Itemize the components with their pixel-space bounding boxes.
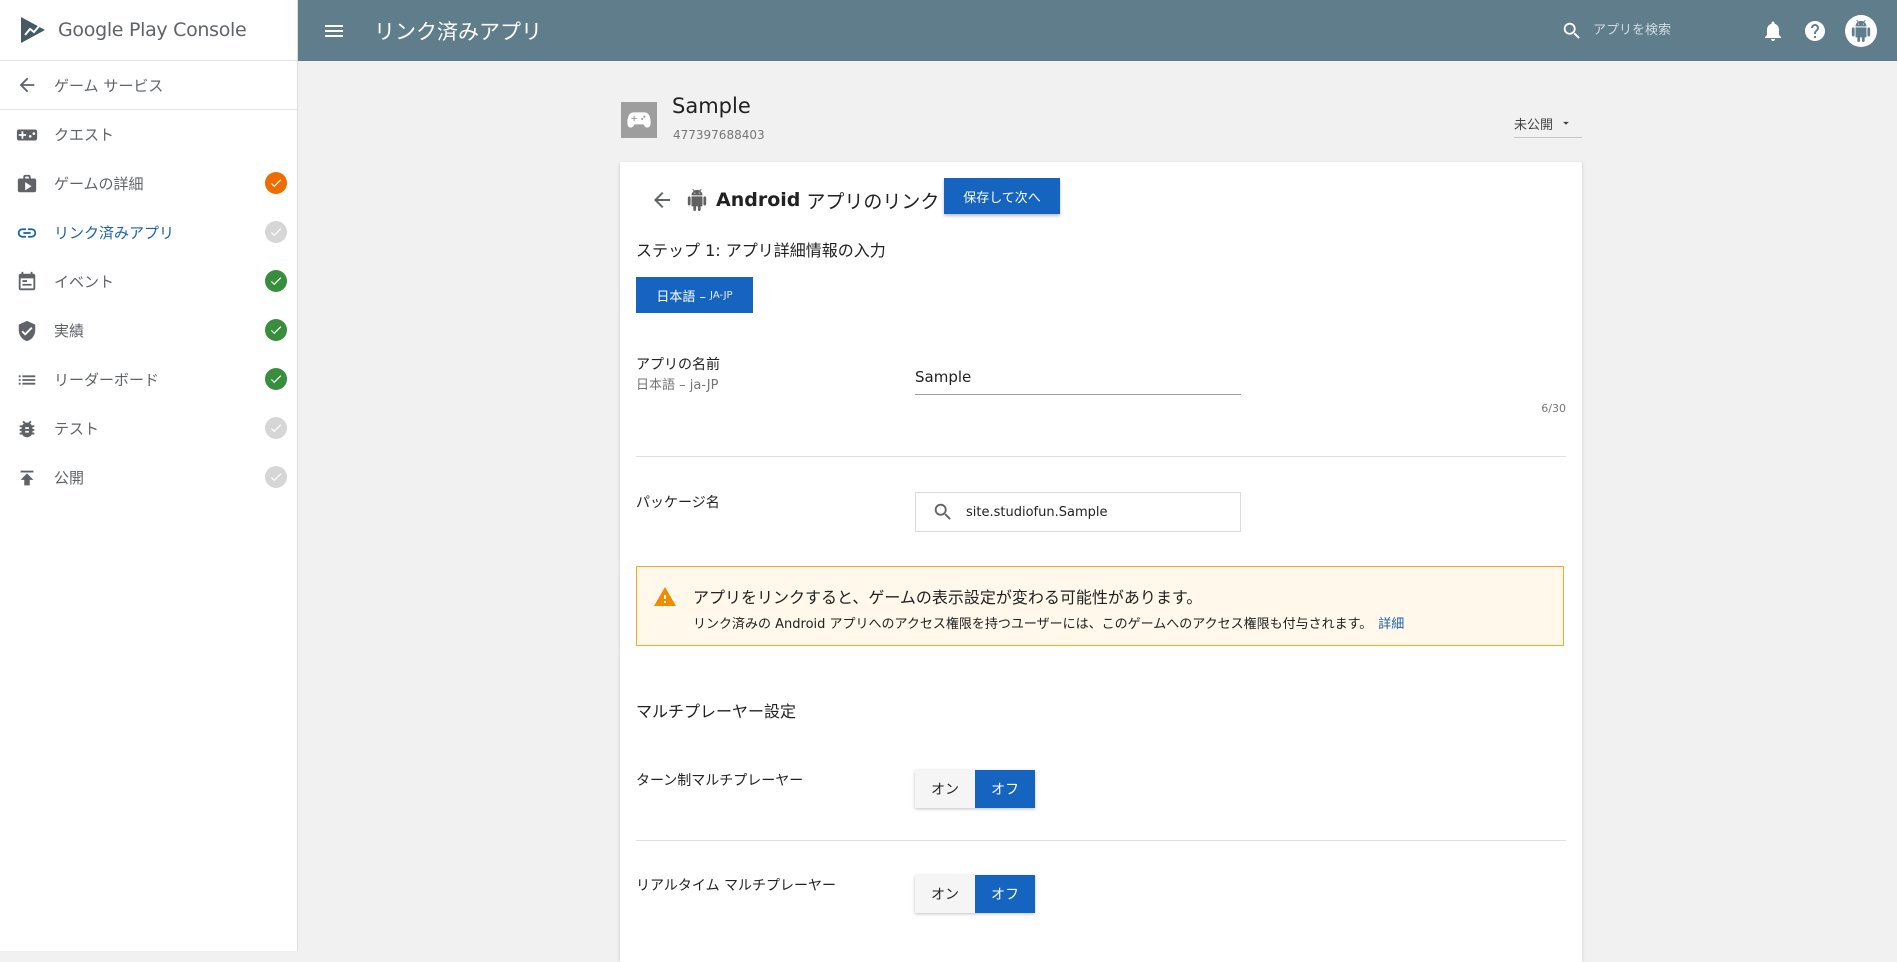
sidebar-item-label: 実績 <box>54 322 85 340</box>
publish-status-label: 未公開 <box>1514 117 1554 133</box>
status-incomplete-icon <box>265 221 287 243</box>
realtime-off-button[interactable]: オフ <box>975 875 1035 913</box>
char-counter: 6/30 <box>1541 402 1566 415</box>
search-input[interactable] <box>1591 22 1735 39</box>
language-code-label: JA-JP <box>710 289 733 301</box>
sidebar-item-label: イベント <box>54 273 115 291</box>
package-name-label: パッケージ名 <box>636 495 720 511</box>
warning-title: アプリをリンクすると、ゲームの表示設定が変わる可能性があります。 <box>693 588 1203 607</box>
topbar-actions <box>1561 0 1897 61</box>
turn-based-toggle[interactable]: オン オフ <box>915 770 1035 808</box>
realtime-label: リアルタイム マルチプレーヤー <box>636 878 837 894</box>
gamepad-icon <box>627 112 651 128</box>
android-avatar-icon <box>1851 19 1871 42</box>
card-title: アプリのリンク <box>806 190 940 213</box>
status-complete-icon <box>265 319 287 341</box>
realtime-toggle[interactable]: オン オフ <box>915 875 1035 913</box>
list-icon <box>16 369 38 391</box>
save-and-next-button[interactable]: 保存して次へ <box>944 178 1060 214</box>
status-incomplete-icon <box>265 466 287 488</box>
multiplayer-section-title: マルチプレーヤー設定 <box>636 702 797 721</box>
notifications-icon[interactable] <box>1761 19 1785 43</box>
sidebar-item-quests[interactable]: クエスト <box>0 110 297 159</box>
turn-based-on-button[interactable]: オン <box>915 770 975 808</box>
back-to-game-services[interactable]: ゲーム サービス <box>0 61 297 110</box>
app-name-sublabel: 日本語 – ja-JP <box>636 378 719 393</box>
app-id: 477397688403 <box>673 128 765 142</box>
status-complete-icon <box>265 368 287 390</box>
warning-body-text: リンク済みの Android アプリへのアクセス権限を持つユーザーには、このゲー… <box>693 617 1373 632</box>
card-header: Android アプリのリンク <box>634 180 939 220</box>
sidebar: Google Play Console ゲーム サービス クエスト ゲームの詳細… <box>0 0 298 951</box>
turn-based-label: ターン制マルチプレーヤー <box>636 773 804 789</box>
realtime-on-button[interactable]: オン <box>915 875 975 913</box>
link-icon <box>16 222 38 244</box>
learn-more-link[interactable]: 詳細 <box>1378 617 1404 632</box>
divider <box>636 840 1566 841</box>
warning-body: リンク済みの Android アプリへのアクセス権限を持つユーザーには、このゲー… <box>693 613 1404 632</box>
sidebar-item-label: テスト <box>54 420 100 438</box>
language-main-label: 日本語 – <box>656 289 707 305</box>
briefcase-icon <box>16 173 38 195</box>
app-name-label: アプリの名前 <box>636 357 720 373</box>
turn-based-off-button[interactable]: オフ <box>975 770 1035 808</box>
sidebar-nav: クエスト ゲームの詳細 リンク済みアプリ イベント 実績 リーダーボード テスト… <box>0 110 297 502</box>
shield-icon <box>16 320 38 342</box>
app-name: Sample <box>672 94 751 118</box>
search-icon <box>934 503 951 520</box>
back-label: ゲーム サービス <box>54 76 164 95</box>
step-title: ステップ 1: アプリ詳細情報の入力 <box>636 241 886 260</box>
sidebar-item-leaderboards[interactable]: リーダーボード <box>0 355 297 404</box>
divider <box>636 456 1566 457</box>
warning-icon <box>654 587 676 606</box>
sidebar-item-label: クエスト <box>54 126 115 144</box>
app-name-input[interactable] <box>915 360 1241 395</box>
sidebar-item-game-details[interactable]: ゲームの詳細 <box>0 159 297 208</box>
status-complete-icon <box>265 270 287 292</box>
sidebar-item-label: リーダーボード <box>54 371 160 389</box>
sidebar-item-events[interactable]: イベント <box>0 257 297 306</box>
calendar-icon <box>16 271 38 293</box>
android-icon <box>687 189 707 211</box>
link-app-card: Android アプリのリンク 保存して次へ ステップ 1: アプリ詳細情報の入… <box>620 162 1582 962</box>
package-name-input[interactable] <box>964 503 1228 521</box>
app-search[interactable] <box>1561 20 1735 42</box>
sidebar-item-testing[interactable]: テスト <box>0 404 297 453</box>
sidebar-item-label: 公開 <box>54 469 85 487</box>
search-icon <box>1563 22 1580 39</box>
bug-icon <box>16 418 38 440</box>
menu-icon[interactable] <box>322 19 346 43</box>
language-button[interactable]: 日本語 – JA-JP <box>636 277 753 313</box>
brand-name: Google Play Console <box>58 19 247 41</box>
sidebar-item-label: リンク済みアプリ <box>54 224 175 242</box>
status-incomplete-icon <box>265 417 287 439</box>
google-play-console-logo-icon <box>21 17 45 43</box>
sidebar-item-publishing[interactable]: 公開 <box>0 453 297 502</box>
arrow-back-icon[interactable] <box>650 188 674 212</box>
sidebar-item-achievements[interactable]: 実績 <box>0 306 297 355</box>
sidebar-item-label: ゲームの詳細 <box>54 175 144 193</box>
dropdown-arrow-icon <box>1563 121 1569 125</box>
status-warning-icon <box>265 172 287 194</box>
game-app-icon <box>621 102 657 138</box>
gamepad-icon <box>16 124 38 146</box>
account-avatar[interactable] <box>1845 14 1877 47</box>
top-app-bar: リンク済みアプリ <box>298 0 1897 61</box>
arrow-back-icon <box>19 77 35 93</box>
publish-status-dropdown[interactable]: 未公開 <box>1514 109 1582 138</box>
card-title-android: Android <box>716 189 801 211</box>
sidebar-item-linked-apps[interactable]: リンク済みアプリ <box>0 208 297 257</box>
visibility-warning-banner: アプリをリンクすると、ゲームの表示設定が変わる可能性があります。 リンク済みの … <box>636 566 1564 646</box>
publish-icon <box>16 467 38 489</box>
page-title: リンク済みアプリ <box>374 19 542 44</box>
package-name-field[interactable] <box>915 492 1241 532</box>
app-header: Sample 477397688403 未公開 <box>620 92 1582 162</box>
brand[interactable]: Google Play Console <box>0 0 297 61</box>
help-icon[interactable] <box>1803 19 1827 43</box>
